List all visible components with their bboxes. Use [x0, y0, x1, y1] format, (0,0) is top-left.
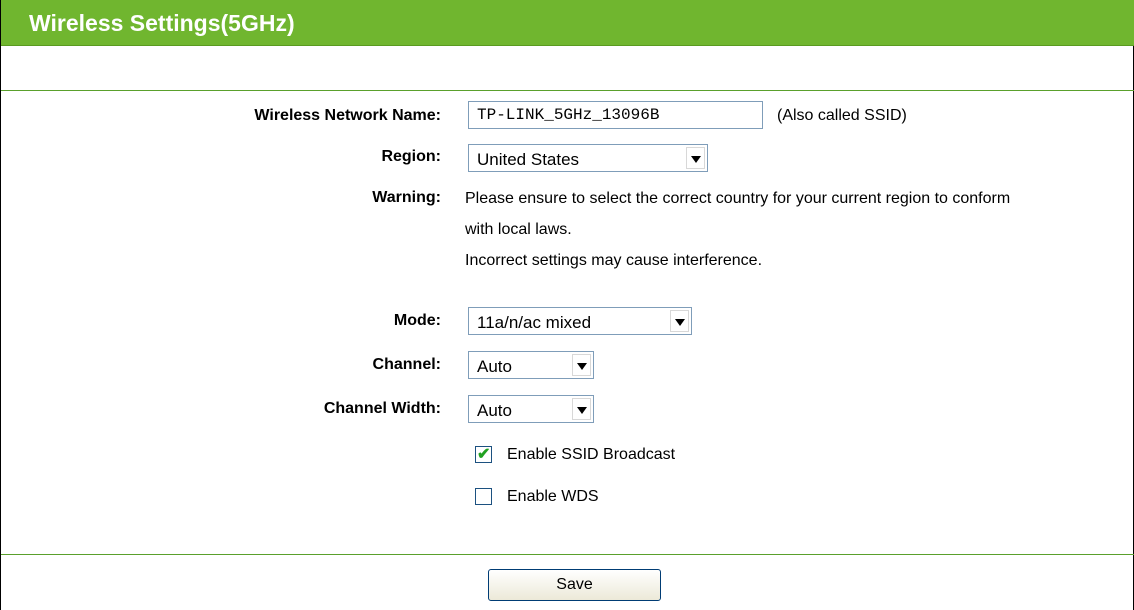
save-button[interactable]: Save: [488, 569, 661, 601]
channel-width-selected-value: Auto: [477, 401, 512, 420]
channel-width-label: Channel Width:: [323, 400, 441, 417]
warning-line-3: Incorrect settings may cause interferenc…: [465, 252, 763, 269]
page-header: Wireless Settings(5GHz): [1, 0, 1134, 46]
ssid-broadcast-label[interactable]: Enable SSID Broadcast: [507, 446, 675, 464]
channel-select[interactable]: Auto: [468, 351, 594, 379]
chevron-down-icon[interactable]: [572, 398, 591, 420]
chevron-down-icon[interactable]: [670, 310, 689, 332]
ssid-label: Wireless Network Name:: [254, 107, 441, 124]
ssid-input[interactable]: TP-LINK_5GHz_13096B: [468, 101, 763, 129]
channel-selected-value: Auto: [477, 357, 512, 376]
mode-selected-value: 11a/n/ac mixed: [477, 313, 592, 332]
warning-line-2: with local laws.: [465, 221, 572, 238]
region-select[interactable]: United States: [468, 144, 708, 172]
chevron-down-icon[interactable]: [686, 147, 705, 169]
warning-label: Warning:: [372, 189, 441, 206]
page-title: Wireless Settings(5GHz): [29, 10, 295, 36]
wds-checkbox[interactable]: [475, 488, 492, 505]
region-selected-value: United States: [477, 150, 580, 169]
mode-label: Mode:: [393, 312, 441, 329]
region-label: Region:: [381, 148, 441, 165]
settings-panel: Wireless Settings(5GHz) Wireless Network…: [0, 0, 1134, 610]
channel-width-select[interactable]: Auto: [468, 395, 594, 423]
ssid-note: (Also called SSID): [777, 107, 907, 124]
top-divider: [1, 90, 1134, 91]
wds-label[interactable]: Enable WDS: [507, 488, 599, 506]
channel-label: Channel:: [372, 356, 441, 373]
ssid-broadcast-checkbox[interactable]: ✔: [475, 446, 492, 463]
warning-line-1: Please ensure to select the correct coun…: [465, 190, 1011, 207]
mode-select[interactable]: 11a/n/ac mixed: [468, 307, 692, 335]
bottom-divider: [1, 554, 1134, 555]
chevron-down-icon[interactable]: [572, 354, 591, 376]
checkmark-icon: ✔: [477, 446, 491, 463]
